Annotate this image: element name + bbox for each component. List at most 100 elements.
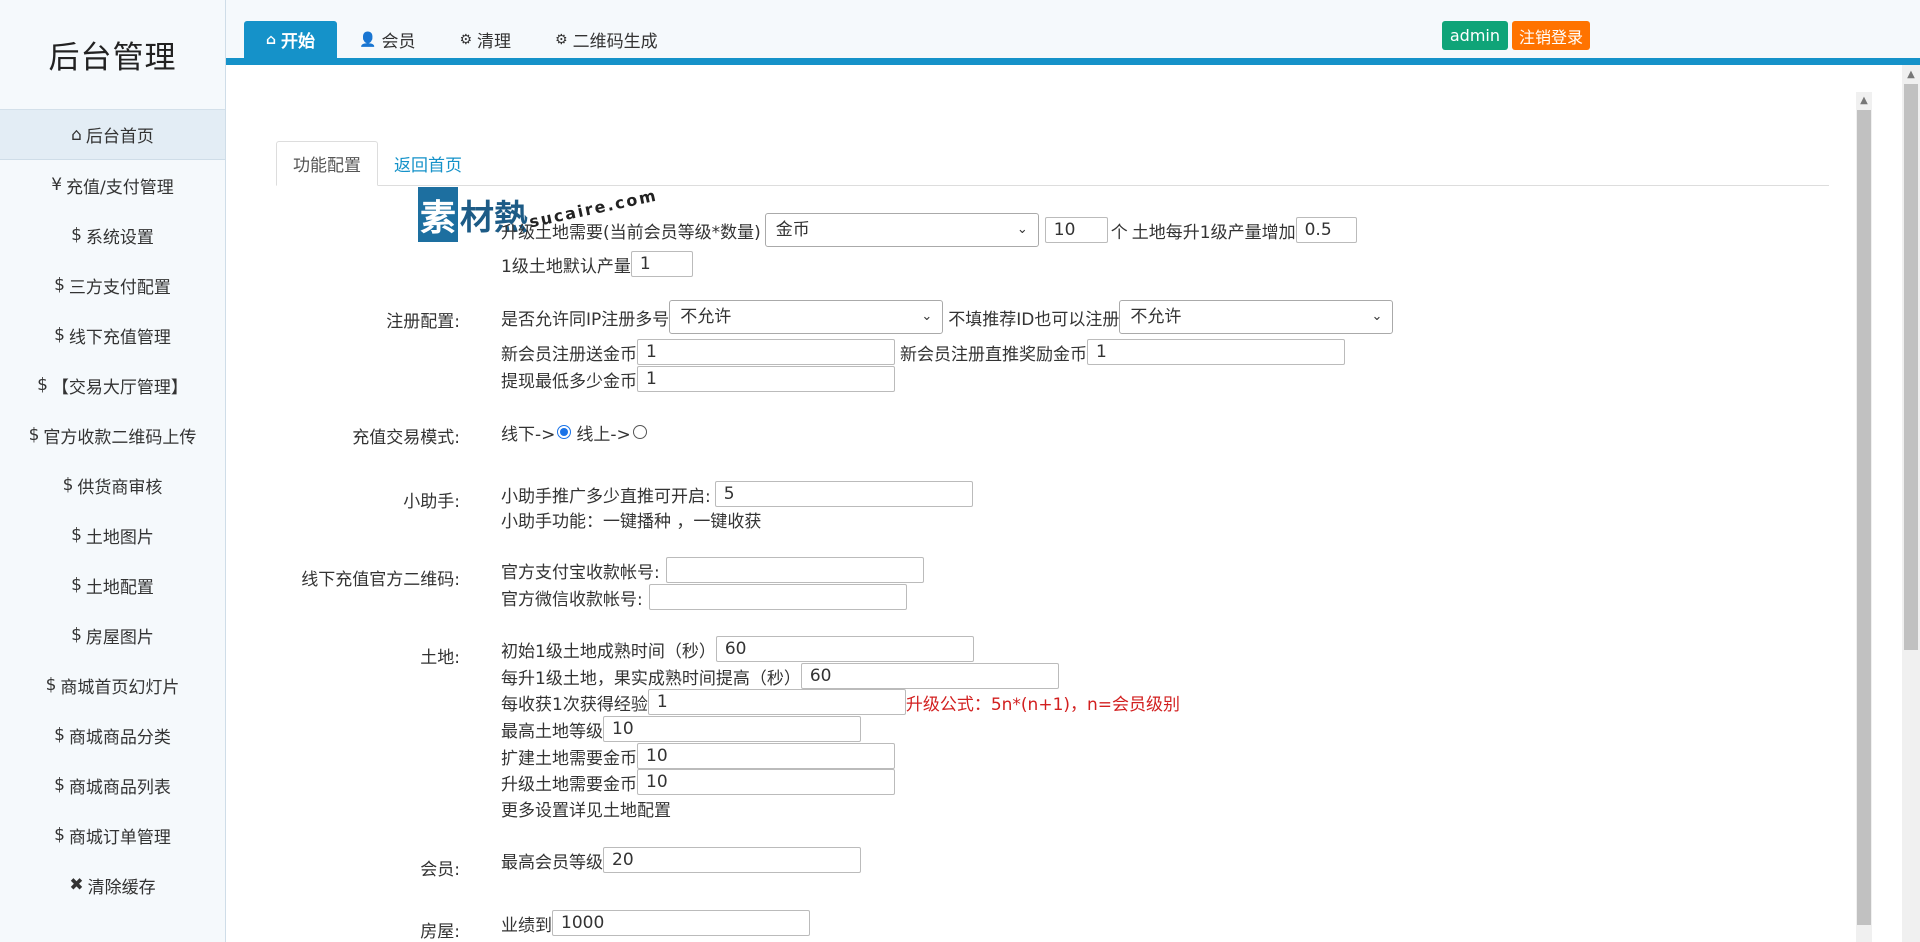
register-bonus-input[interactable]: 1 [637, 339, 895, 365]
ref-bonus-label: 新会员注册直推奖励金币 [900, 344, 1087, 365]
offline-radio[interactable] [557, 425, 572, 439]
land-label: 土地: [420, 648, 460, 668]
tab-function-config[interactable]: 功能配置 [276, 141, 378, 186]
sidebar-item-label: 清除缓存 [87, 877, 156, 898]
land-row-2: 每升1级土地，果实成熟时间提高（秒） 60 [501, 663, 1059, 689]
member-label: 会员: [420, 860, 460, 880]
sidebar-item-mall-products[interactable]: $ 商城商品列表 [0, 760, 225, 810]
recharge-mode-label: 充值交易模式: [352, 428, 460, 448]
sidebar-item-offline-recharge[interactable]: $ 线下充值管理 [0, 310, 225, 360]
dollar-icon: $ [54, 775, 65, 795]
helper-promo-label: 小助手推广多少直推可开启: [501, 486, 711, 507]
dollar-icon: $ [54, 275, 65, 295]
sidebar-item-label: 后台首页 [85, 127, 154, 147]
house-row: 业绩到 1000 [501, 910, 810, 936]
helper-desc: 小助手功能：一键播种 ，一键收获 [501, 511, 762, 532]
sidebar-item-label: 线下充值管理 [68, 327, 171, 348]
max-land-level-input[interactable]: 10 [603, 716, 861, 742]
tab-back-home[interactable]: 返回首页 [378, 141, 478, 186]
tab-qrcode-generate[interactable]: ⚙ 二维码生成 [533, 21, 680, 58]
scroll-up-icon[interactable]: ▲ [1902, 65, 1920, 83]
increase-input[interactable]: 0.5 [1295, 217, 1357, 243]
per-level-input[interactable]: 60 [800, 663, 1059, 689]
helper-row-1: 小助手推广多少直推可开启: 5 [501, 481, 973, 507]
alipay-input[interactable] [665, 557, 924, 583]
ref-bonus-input[interactable]: 1 [1087, 339, 1345, 365]
sidebar: 后台管理 ⌂ 后台首页 ¥ 充值/支付管理 $ 系统设置 $ 三方支付配置 $ 线下充值管… [0, 0, 226, 942]
sidebar-item-recharge[interactable]: ¥ 充值/支付管理 [0, 160, 225, 210]
user-badge[interactable]: admin [1441, 21, 1508, 50]
sidebar-item-label: 土地图片 [85, 527, 154, 548]
dollar-icon: $ [71, 625, 82, 645]
init-time-label: 初始1级土地成熟时间（秒） [501, 641, 716, 662]
withdraw-input[interactable]: 1 [637, 366, 895, 392]
home-icon: ⌂ [266, 31, 277, 48]
recharge-mode-row: 线下-> 线上-> [501, 419, 649, 445]
sidebar-item-label: 官方收款二维码上传 [43, 427, 197, 448]
default-yield-input[interactable]: 1 [630, 251, 693, 277]
tab-members[interactable]: 👤 会员 [337, 21, 437, 58]
upgrade-qty-input[interactable]: 10 [1044, 217, 1108, 243]
sidebar-item-label: 【交易大厅管理】 [51, 377, 188, 398]
upgrade-currency-select[interactable]: 金币 ⌄ [764, 213, 1039, 247]
dollar-icon: $ [71, 575, 82, 595]
max-member-level-input[interactable]: 20 [603, 847, 861, 873]
sidebar-menu: ⌂ 后台首页 ¥ 充值/支付管理 $ 系统设置 $ 三方支付配置 $ 线下充值管理 $ 【交… [0, 110, 225, 910]
helper-promo-input[interactable]: 5 [714, 481, 973, 507]
same-ip-select[interactable]: 不允许 ⌄ [669, 300, 944, 334]
sidebar-item-supplier-review[interactable]: $ 供货商审核 [0, 460, 225, 510]
online-radio[interactable] [632, 425, 647, 439]
chevron-down-icon: ⌄ [1016, 222, 1028, 237]
sidebar-item-trading-hall[interactable]: $ 【交易大厅管理】 [0, 360, 225, 410]
land-row-7: 更多设置详见土地配置 [501, 795, 671, 821]
expand-input[interactable]: 10 [637, 743, 895, 769]
dollar-icon: $ [71, 225, 82, 245]
sidebar-item-label: 商城商品分类 [68, 727, 171, 748]
sidebar-item-label: 房屋图片 [85, 627, 154, 648]
register-row-2: 新会员注册送金币 1 新会员注册直推奖励金币 1 [501, 339, 1345, 365]
tab-clean[interactable]: ⚙ 清理 [437, 21, 533, 58]
sidebar-item-third-party-pay[interactable]: $ 三方支付配置 [0, 260, 225, 310]
sidebar-item-land-images[interactable]: $ 土地图片 [0, 510, 225, 560]
sidebar-item-house-images[interactable]: $ 房屋图片 [0, 610, 225, 660]
outer-scrollbar-thumb[interactable] [1904, 84, 1918, 650]
register-row-1: 是否允许同IP注册多号 不允许 ⌄ 不填推荐ID也可以注册 不允许 ⌄ [501, 300, 1394, 334]
house-label: 房屋: [420, 922, 460, 942]
wechat-input[interactable] [648, 584, 907, 610]
sidebar-item-home[interactable]: ⌂ 后台首页 [0, 110, 225, 160]
watermark-box: 素 [418, 187, 458, 242]
inner-tabs: 功能配置 返回首页 [276, 141, 1829, 186]
user-icon: 👤 [359, 31, 377, 48]
alipay-row: 官方支付宝收款帐号: [501, 557, 924, 583]
upgrade-cost-input[interactable]: 10 [637, 769, 895, 795]
sidebar-item-label: 三方支付配置 [68, 277, 171, 298]
sidebar-item-mall-orders[interactable]: $ 商城订单管理 [0, 810, 225, 860]
sidebar-item-system-settings[interactable]: $ 系统设置 [0, 210, 225, 260]
sidebar-item-mall-slides[interactable]: $ 商城首页幻灯片 [0, 660, 225, 710]
wechat-row: 官方微信收款帐号: [501, 584, 907, 610]
sidebar-item-clear-cache[interactable]: ✖ 清除缓存 [0, 860, 225, 910]
exp-input[interactable]: 1 [647, 689, 906, 715]
sidebar-item-qrcode-upload[interactable]: $ 官方收款二维码上传 [0, 410, 225, 460]
scroll-up-icon[interactable]: ▲ [1856, 92, 1872, 108]
land-row-3: 每收获1次获得经验 1 升级公式：5n*(n+1)，n=会员级别 [501, 689, 1180, 715]
perf-input[interactable]: 1000 [552, 910, 810, 936]
alipay-label: 官方支付宝收款帐号: [501, 562, 660, 583]
top-nav-bar: ⌂ 开始 👤 会员 ⚙ 清理 ⚙ 二维码生成 [226, 0, 1920, 58]
topbar-divider [226, 58, 1920, 65]
register-config-label: 注册配置: [386, 312, 460, 332]
tab-label: 二维码生成 [572, 32, 658, 52]
inner-scrollbar-thumb[interactable] [1857, 110, 1871, 925]
no-ref-select[interactable]: 不允许 ⌄ [1119, 300, 1394, 334]
logout-button[interactable]: 注销登录 [1511, 21, 1590, 50]
default-yield-label: 1级土地默认产量 [501, 256, 631, 277]
sidebar-item-mall-categories[interactable]: $ 商城商品分类 [0, 710, 225, 760]
home-icon: ⌂ [71, 124, 82, 145]
gears-icon: ⚙ [555, 31, 568, 48]
max-member-level-label: 最高会员等级 [501, 852, 603, 873]
tab-start[interactable]: ⌂ 开始 [244, 21, 338, 58]
init-time-input[interactable]: 60 [715, 636, 974, 662]
sidebar-item-land-config[interactable]: $ 土地配置 [0, 560, 225, 610]
gears-icon: ⚙ [459, 31, 473, 48]
max-land-level-label: 最高土地等级 [501, 721, 603, 742]
